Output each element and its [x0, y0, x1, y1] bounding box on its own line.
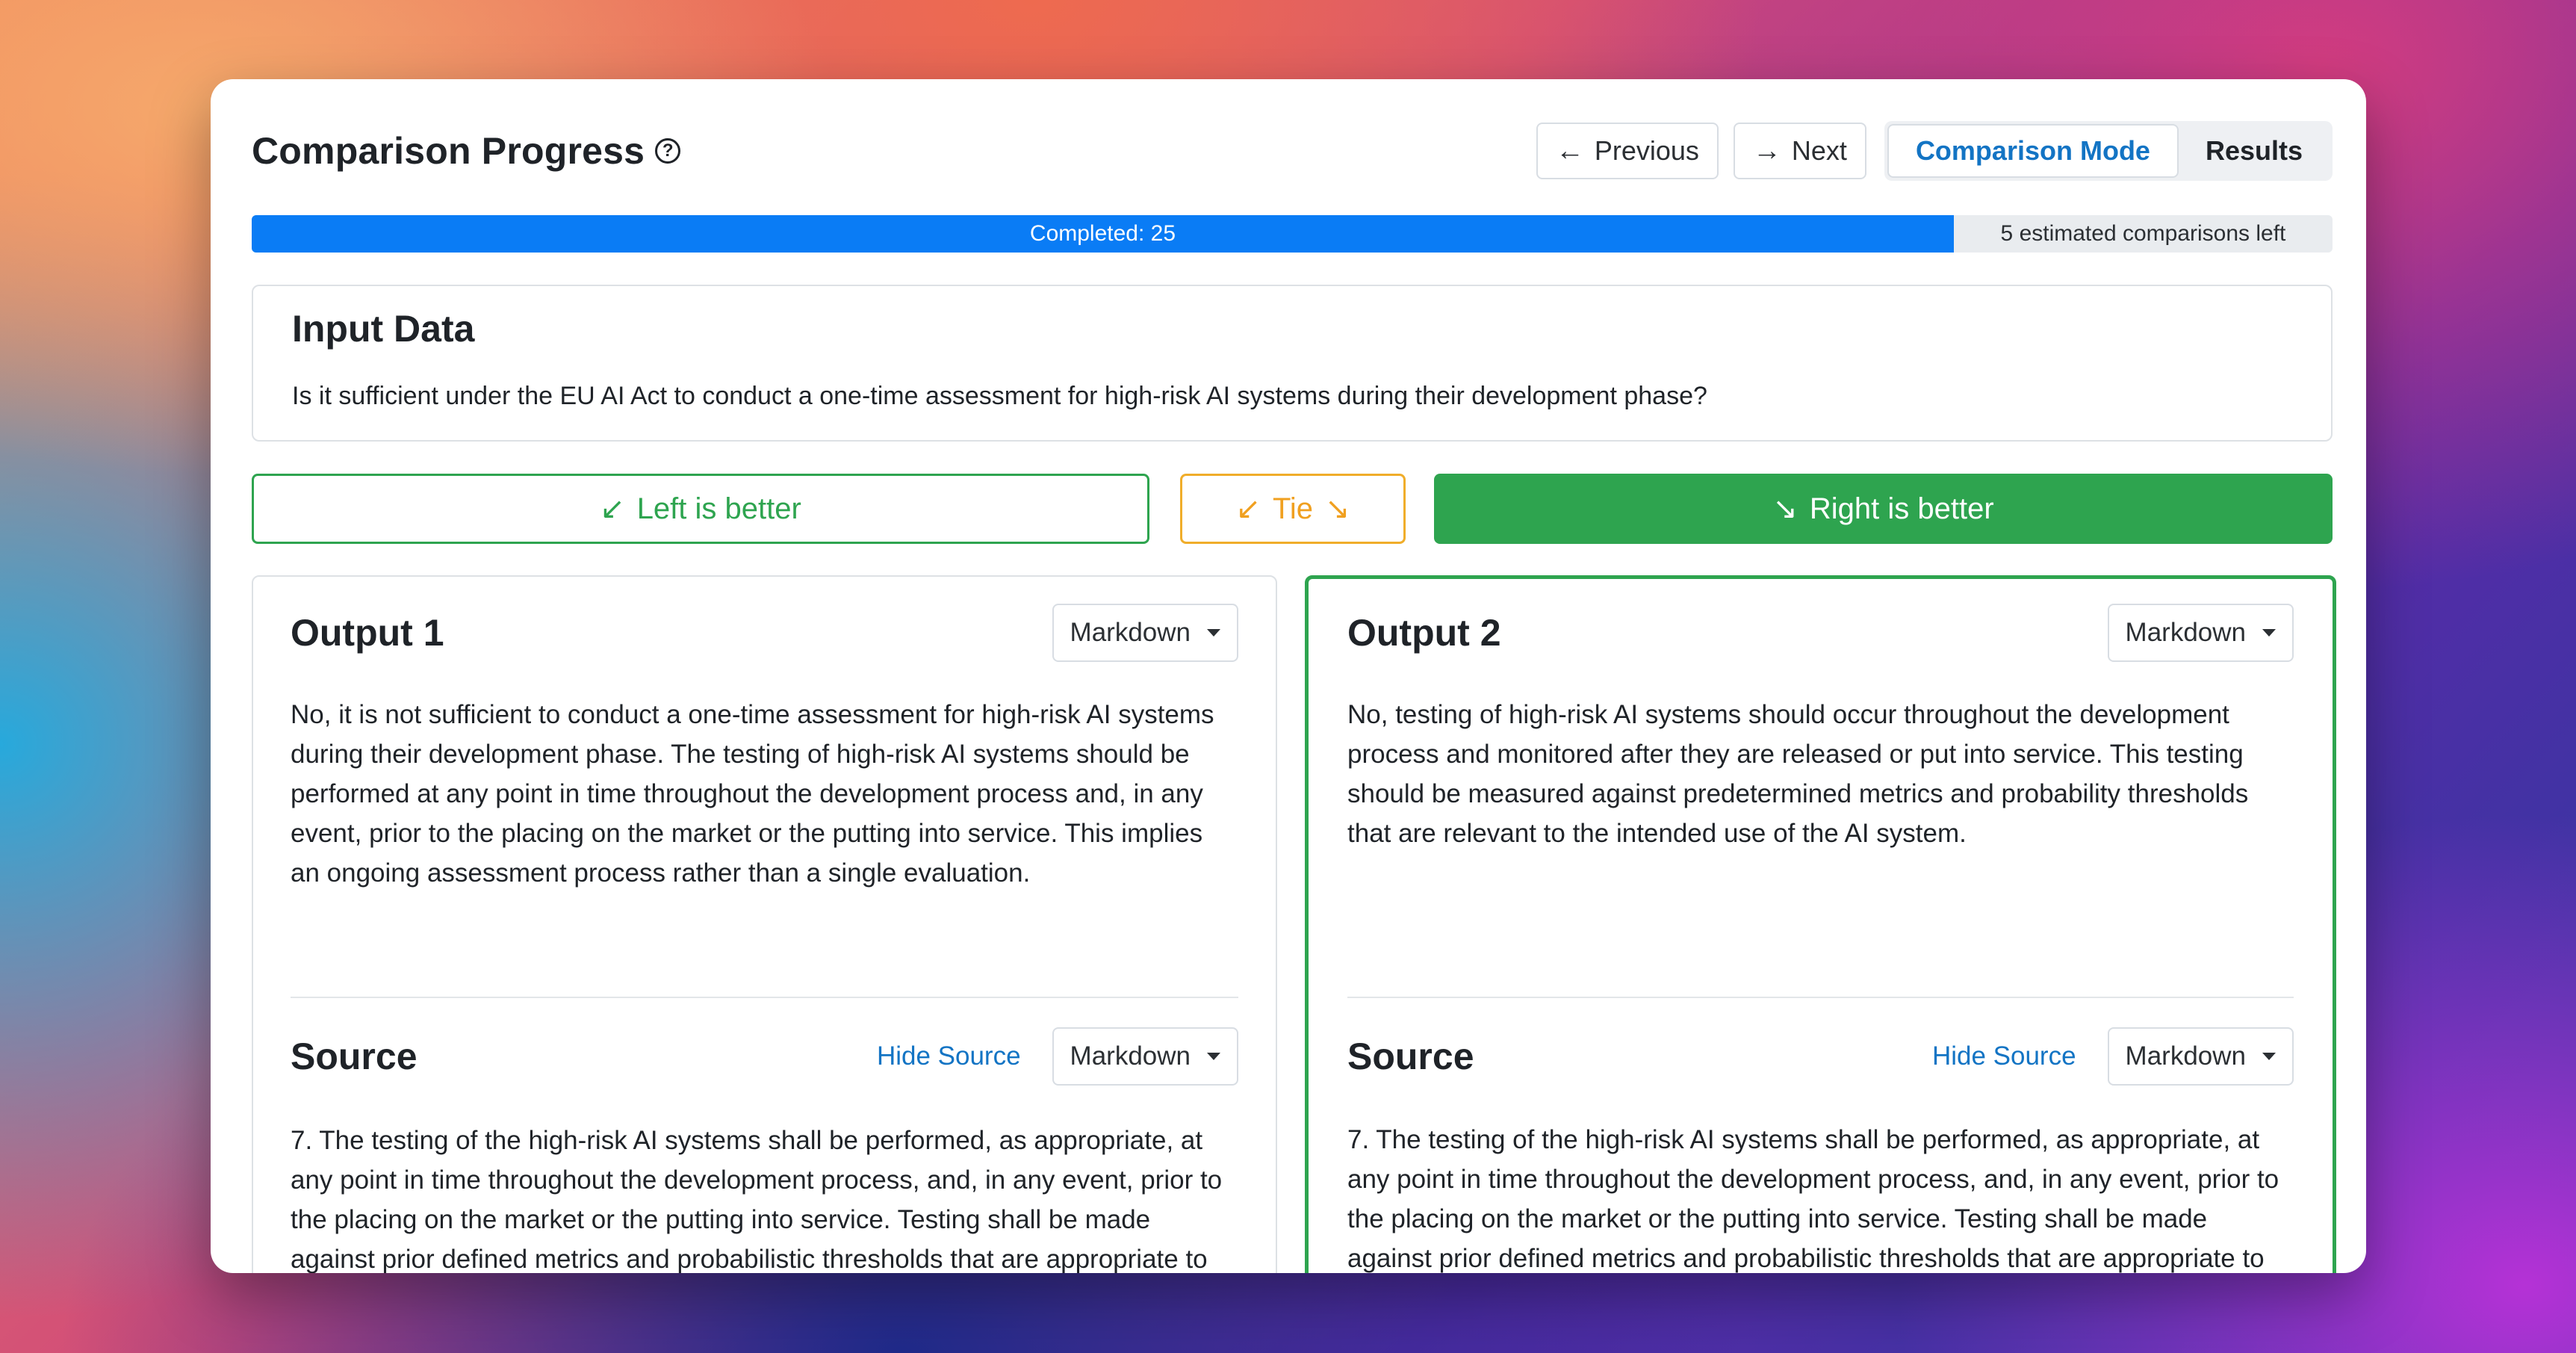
source-title: Source: [1347, 1035, 1474, 1077]
input-data-text: Is it sufficient under the EU AI Act to …: [292, 382, 1707, 410]
output-title: Output 1: [291, 612, 444, 654]
source-format-select-value: Markdown: [1070, 1041, 1191, 1071]
arrow-down-left-icon: ↙: [1235, 492, 1261, 525]
output-text: No, it is not sufficient to conduct a on…: [291, 700, 1214, 888]
left-is-better-label: Left is better: [636, 492, 801, 525]
mode-toggle: Comparison Mode Results: [1884, 121, 2333, 181]
source-text: 7. The testing of the high-risk AI syste…: [291, 1126, 1223, 1273]
format-select[interactable]: Markdown: [1052, 604, 1238, 662]
previous-label: Previous: [1594, 135, 1699, 166]
arrow-down-right-icon: ↘: [1325, 492, 1350, 525]
format-select-value: Markdown: [2125, 618, 2246, 647]
header: Comparison Progress ? ← Previous → Next …: [252, 114, 2333, 188]
progress-completed: Completed: 25: [252, 215, 1954, 253]
source-header: Source Hide Source Markdown: [1347, 1027, 2294, 1086]
hide-source-link[interactable]: Hide Source: [877, 1041, 1021, 1071]
right-is-better-button[interactable]: ↘ Right is better: [1434, 474, 2333, 544]
output-card-1: Output 1 Markdown No, it is not sufficie…: [252, 575, 1277, 1273]
source-header: Source Hide Source Markdown: [291, 1027, 1238, 1086]
next-button[interactable]: → Next: [1733, 123, 1866, 179]
format-select[interactable]: Markdown: [2107, 604, 2294, 662]
input-data-card: Input Data Is it sufficient under the EU…: [252, 285, 2333, 442]
right-is-better-label: Right is better: [1809, 492, 1994, 525]
tab-results[interactable]: Results: [2179, 124, 2330, 178]
arrow-left-icon: ←: [1555, 134, 1584, 167]
input-data-title: Input Data: [292, 308, 475, 350]
output-title: Output 2: [1347, 612, 1501, 654]
output-header: Output 2 Markdown: [1347, 603, 2294, 663]
tie-button[interactable]: ↙ Tie ↘: [1180, 474, 1406, 544]
output-card-2: Output 2 Markdown No, testing of high-ri…: [1305, 575, 2336, 1273]
output-header: Output 1 Markdown: [291, 603, 1238, 663]
question-circle-icon[interactable]: ?: [655, 138, 681, 164]
source-text: 7. The testing of the high-risk AI syste…: [1347, 1125, 2279, 1273]
tab-comparison-mode[interactable]: Comparison Mode: [1887, 124, 2179, 178]
arrow-down-right-icon: ↘: [1772, 492, 1798, 525]
source-format-select-value: Markdown: [2125, 1041, 2246, 1071]
caret-down-icon: [1207, 629, 1220, 637]
left-is-better-button[interactable]: ↙ Left is better: [252, 474, 1149, 544]
divider: [291, 997, 1238, 998]
format-select-value: Markdown: [1070, 618, 1191, 647]
output-text: No, testing of high-risk AI systems shou…: [1347, 700, 2249, 848]
app-window: Comparison Progress ? ← Previous → Next …: [211, 79, 2366, 1273]
source-title: Source: [291, 1035, 418, 1077]
caret-down-icon: [2262, 1053, 2276, 1060]
divider: [1347, 997, 2294, 998]
previous-button[interactable]: ← Previous: [1536, 123, 1719, 179]
progress-remaining: 5 estimated comparisons left: [2000, 221, 2286, 246]
navigation: ← Previous → Next Comparison Mode Result…: [1536, 121, 2333, 181]
next-label: Next: [1791, 135, 1847, 166]
caret-down-icon: [2262, 629, 2276, 637]
source-format-select[interactable]: Markdown: [2107, 1027, 2294, 1086]
arrow-right-icon: →: [1752, 134, 1781, 167]
progress-bar: Completed: 25 5 estimated comparisons le…: [252, 215, 2333, 253]
arrow-down-left-icon: ↙: [600, 492, 625, 525]
source-format-select[interactable]: Markdown: [1052, 1027, 1238, 1086]
page-title: Comparison Progress: [252, 130, 645, 172]
tie-label: Tie: [1272, 492, 1314, 525]
caret-down-icon: [1207, 1053, 1220, 1060]
hide-source-link[interactable]: Hide Source: [1932, 1041, 2076, 1071]
